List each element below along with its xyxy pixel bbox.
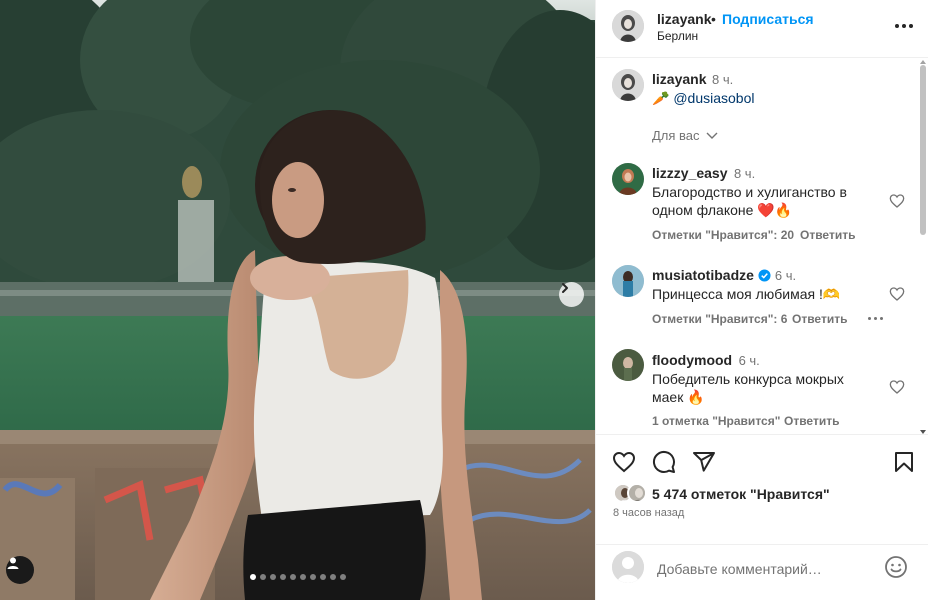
- commenter-avatar[interactable]: [612, 265, 644, 297]
- scroll-down-arrow[interactable]: [920, 430, 926, 434]
- comment-time: 6 ч.: [774, 267, 797, 283]
- caption-time: 8 ч.: [712, 72, 734, 87]
- comment-text-line1: Принцесса моя любимая !🫶: [652, 286, 841, 302]
- current-user-avatar[interactable]: [612, 551, 644, 583]
- heart-icon[interactable]: [889, 193, 905, 209]
- commenter-avatar[interactable]: [612, 163, 644, 195]
- heart-icon[interactable]: [889, 286, 905, 302]
- comment-text-line2: одном флаконе ❤️🔥: [652, 202, 793, 218]
- comment-header: lizzzy_easy 8 ч.: [652, 165, 755, 183]
- chevron-down-icon: [706, 132, 718, 139]
- separator-dot: •: [711, 11, 716, 27]
- add-comment-bar: [596, 544, 928, 600]
- comments-scrollbar[interactable]: [918, 59, 928, 435]
- comment-likes[interactable]: Отметки "Нравится": 20: [652, 228, 794, 242]
- next-photo-button[interactable]: [559, 282, 584, 307]
- bookmark-icon[interactable]: [892, 450, 916, 474]
- post-sidebar: lizayank • Подписаться Берлин lizayank 8…: [595, 0, 928, 600]
- carousel-dot[interactable]: [340, 574, 346, 580]
- follow-button[interactable]: Подписаться: [722, 11, 814, 27]
- comment-text-line1: Благородство и хулиганство в: [652, 184, 847, 200]
- caption-username[interactable]: lizayank: [652, 71, 706, 87]
- liker-avatar[interactable]: [627, 483, 647, 503]
- comment-username[interactable]: musiatotibadze: [652, 267, 754, 283]
- post-location[interactable]: Берлин: [657, 29, 698, 43]
- author-avatar[interactable]: [612, 10, 644, 42]
- scroll-up-arrow[interactable]: [920, 60, 926, 64]
- comment-likes[interactable]: 1 отметка "Нравится": [652, 414, 780, 428]
- caption-avatar[interactable]: [612, 69, 644, 101]
- carousel-dot[interactable]: [310, 574, 316, 580]
- more-icon: [895, 24, 899, 28]
- comment-username[interactable]: lizzzy_easy: [652, 165, 728, 181]
- chevron-right-icon: [562, 283, 568, 293]
- photo-scene: [0, 0, 595, 600]
- comment-header: musiatotibadze 6 ч.: [652, 267, 796, 283]
- heart-icon[interactable]: [612, 450, 636, 474]
- carousel-dot[interactable]: [270, 574, 276, 580]
- tagged-users-button[interactable]: [6, 556, 34, 584]
- reply-button[interactable]: Ответить: [800, 228, 855, 242]
- reply-button[interactable]: Ответить: [784, 414, 839, 428]
- carousel-dot[interactable]: [260, 574, 266, 580]
- comment-username[interactable]: floodymood: [652, 352, 732, 368]
- emoji-icon[interactable]: [884, 555, 908, 579]
- comment-time: 8 ч.: [733, 166, 756, 181]
- comment-options-button[interactable]: [868, 317, 883, 320]
- carousel-dot[interactable]: [290, 574, 296, 580]
- likes-count[interactable]: 5 474 отметок "Нравится": [652, 486, 830, 502]
- caption-text: 🥕 @dusiasobol: [652, 89, 754, 107]
- comment-header: floodymood 6 ч.: [652, 352, 760, 370]
- reply-button[interactable]: Ответить: [792, 312, 847, 326]
- more-options-button[interactable]: [892, 16, 916, 36]
- verified-badge-icon: [758, 268, 771, 282]
- for-you-label: Для вас: [652, 128, 700, 143]
- comment-text-line2: маек 🔥: [652, 389, 705, 405]
- carousel-dot[interactable]: [280, 574, 286, 580]
- carousel-dot[interactable]: [300, 574, 306, 580]
- scrollbar-thumb[interactable]: [920, 65, 926, 235]
- for-you-dropdown[interactable]: Для вас: [652, 128, 718, 143]
- comment-input[interactable]: [657, 557, 877, 581]
- carousel-dot[interactable]: [250, 574, 256, 580]
- comment-icon[interactable]: [652, 450, 676, 474]
- share-icon[interactable]: [692, 450, 716, 474]
- post-timestamp[interactable]: 8 часов назад: [613, 507, 684, 519]
- author-username[interactable]: lizayank: [657, 11, 711, 27]
- comment-time: 6 ч.: [738, 353, 760, 368]
- carousel-dot[interactable]: [320, 574, 326, 580]
- carousel-dots: [250, 574, 346, 580]
- user-tag-icon: [7, 557, 19, 569]
- caption-mention[interactable]: @dusiasobol: [673, 90, 754, 106]
- post-photo[interactable]: [0, 0, 595, 600]
- carousel-dot[interactable]: [330, 574, 336, 580]
- post-header: lizayank • Подписаться Берлин: [596, 0, 928, 58]
- comment-text-line1: Победитель конкурса мокрых: [652, 371, 844, 387]
- more-icon: [868, 317, 871, 320]
- comments-scroll-area[interactable]: lizayank 8 ч. 🥕 @dusiasobol Для вас lizz…: [596, 59, 928, 435]
- carrot-emoji: 🥕: [652, 90, 670, 106]
- heart-icon[interactable]: [889, 379, 905, 395]
- commenter-avatar[interactable]: [612, 349, 644, 381]
- comment-likes[interactable]: Отметки "Нравится": 6: [652, 312, 787, 326]
